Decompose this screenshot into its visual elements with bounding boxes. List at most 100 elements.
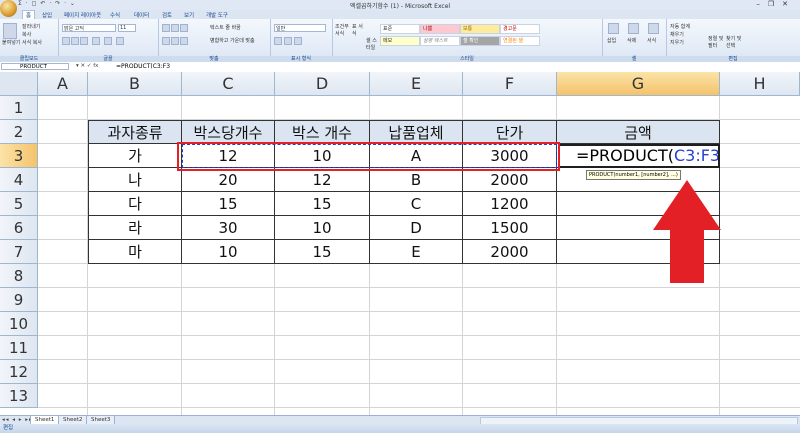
- tab-view[interactable]: 보기: [184, 11, 194, 19]
- table-cell[interactable]: 30: [182, 216, 275, 240]
- table-header-cell[interactable]: 과자종류: [88, 120, 182, 144]
- clear-button[interactable]: 지우기: [670, 39, 684, 46]
- row-header-9[interactable]: 9: [0, 288, 38, 312]
- tab-insert[interactable]: 삽입: [42, 11, 52, 19]
- conditional-format-button[interactable]: 조건부 서식: [335, 23, 351, 37]
- underline-icon[interactable]: [80, 37, 88, 45]
- number-format-box[interactable]: 일반: [274, 24, 326, 32]
- column-header-g[interactable]: G: [557, 72, 720, 96]
- row-header-10[interactable]: 10: [0, 312, 38, 336]
- function-tooltip[interactable]: PRODUCT(number1, [number2], ...): [586, 170, 681, 180]
- formula-buttons[interactable]: ▾ ✕ ✓ fx: [76, 63, 98, 69]
- table-cell[interactable]: 12: [275, 168, 370, 192]
- row-header-1[interactable]: 1: [0, 96, 38, 120]
- paste-icon[interactable]: [3, 23, 17, 39]
- active-cell-g3[interactable]: =PRODUCT(C3:F3: [558, 144, 720, 168]
- style-linked-cell[interactable]: 연결된 셀: [500, 36, 540, 46]
- comma-icon[interactable]: [294, 37, 302, 45]
- style-explanatory[interactable]: 설명 텍스트: [420, 36, 460, 46]
- column-header-f[interactable]: F: [463, 72, 557, 96]
- style-note[interactable]: 메모: [380, 36, 420, 46]
- formula-input[interactable]: =PRODUCT(C3:F3: [116, 63, 170, 70]
- style-warning[interactable]: 경고문: [500, 24, 540, 34]
- insert-cells-icon[interactable]: [608, 23, 619, 34]
- tab-page-layout[interactable]: 페이지 레이아웃: [64, 11, 101, 19]
- table-cell[interactable]: C: [370, 192, 463, 216]
- currency-icon[interactable]: [274, 37, 282, 45]
- tab-review[interactable]: 검토: [162, 11, 172, 19]
- sort-filter-button[interactable]: 정렬 및 필터: [708, 35, 724, 49]
- row-header-2[interactable]: 2: [0, 120, 38, 144]
- font-size-box[interactable]: 11: [118, 24, 136, 32]
- wrap-text-button[interactable]: 텍스트 줄 바꿈: [210, 24, 241, 31]
- row-header-13[interactable]: 13: [0, 384, 38, 408]
- row-header-5[interactable]: 5: [0, 192, 38, 216]
- table-header-cell[interactable]: 박스 개수: [275, 120, 370, 144]
- table-cell[interactable]: B: [370, 168, 463, 192]
- border-icon[interactable]: [92, 37, 100, 45]
- column-header-c[interactable]: C: [182, 72, 275, 96]
- tab-formulas[interactable]: 수식: [110, 11, 120, 19]
- style-neutral[interactable]: 보통: [460, 24, 500, 34]
- autosum-button[interactable]: 자동 합계: [670, 23, 690, 30]
- paste-button[interactable]: 붙여넣기: [2, 39, 20, 46]
- window-controls[interactable]: –❐✕: [756, 0, 796, 8]
- italic-icon[interactable]: [71, 37, 79, 45]
- style-normal[interactable]: 표준: [380, 24, 420, 34]
- align-center-icon[interactable]: [171, 37, 179, 45]
- name-box[interactable]: PRODUCT: [1, 63, 69, 70]
- select-all-corner[interactable]: [0, 72, 38, 96]
- table-header-cell[interactable]: 단가: [463, 120, 557, 144]
- close-icon[interactable]: ✕: [782, 0, 796, 8]
- table-cell[interactable]: 15: [182, 192, 275, 216]
- style-bad[interactable]: 나쁨: [420, 24, 460, 34]
- font-color-icon[interactable]: [116, 37, 124, 45]
- bold-icon[interactable]: [62, 37, 70, 45]
- insert-cells-button[interactable]: 삽입: [607, 37, 616, 44]
- table-cell[interactable]: 1500: [463, 216, 557, 240]
- column-header-e[interactable]: E: [370, 72, 463, 96]
- table-cell[interactable]: 나: [88, 168, 182, 192]
- font-name-box[interactable]: 맑은 고딕: [62, 24, 116, 32]
- row-header-12[interactable]: 12: [0, 360, 38, 384]
- delete-cells-button[interactable]: 삭제: [627, 37, 636, 44]
- table-header-cell[interactable]: 납품업체: [370, 120, 463, 144]
- column-header-h[interactable]: H: [720, 72, 800, 96]
- restore-icon[interactable]: ❐: [768, 0, 782, 8]
- table-cell[interactable]: 10: [182, 240, 275, 264]
- row-header-8[interactable]: 8: [0, 264, 38, 288]
- table-cell[interactable]: 15: [275, 240, 370, 264]
- table-cell[interactable]: 2000: [463, 168, 557, 192]
- format-table-button[interactable]: 표 서식: [352, 23, 366, 37]
- align-right-icon[interactable]: [180, 37, 188, 45]
- format-cells-button[interactable]: 서식: [647, 37, 656, 44]
- table-cell[interactable]: 라: [88, 216, 182, 240]
- table-cell[interactable]: 가: [88, 144, 182, 168]
- style-check-cell[interactable]: 셀 확인: [460, 36, 500, 46]
- delete-cells-icon[interactable]: [628, 23, 639, 34]
- percent-icon[interactable]: [284, 37, 292, 45]
- fill-button[interactable]: 채우기: [670, 31, 684, 38]
- minimize-icon[interactable]: –: [756, 0, 768, 8]
- row-header-6[interactable]: 6: [0, 216, 38, 240]
- format-cells-icon[interactable]: [648, 23, 659, 34]
- table-cell[interactable]: 마: [88, 240, 182, 264]
- merge-center-button[interactable]: 병합하고 가운데 맞춤: [210, 37, 255, 44]
- table-header-cell[interactable]: 박스당개수: [182, 120, 275, 144]
- align-middle-icon[interactable]: [171, 24, 179, 32]
- office-button[interactable]: [0, 0, 17, 17]
- table-cell[interactable]: 20: [182, 168, 275, 192]
- table-cell[interactable]: D: [370, 216, 463, 240]
- tab-data[interactable]: 데이터: [134, 11, 149, 19]
- row-header-7[interactable]: 7: [0, 240, 38, 264]
- row-header-4[interactable]: 4: [0, 168, 38, 192]
- table-cell[interactable]: 15: [275, 192, 370, 216]
- tab-developer[interactable]: 개발 도구: [206, 11, 228, 19]
- align-bottom-icon[interactable]: [180, 24, 188, 32]
- format-painter-button[interactable]: 서식 복사: [22, 39, 42, 46]
- cut-button[interactable]: 잘라내기: [22, 23, 40, 30]
- align-top-icon[interactable]: [162, 24, 170, 32]
- table-cell[interactable]: 2000: [463, 240, 557, 264]
- row-header-11[interactable]: 11: [0, 336, 38, 360]
- column-header-a[interactable]: A: [38, 72, 88, 96]
